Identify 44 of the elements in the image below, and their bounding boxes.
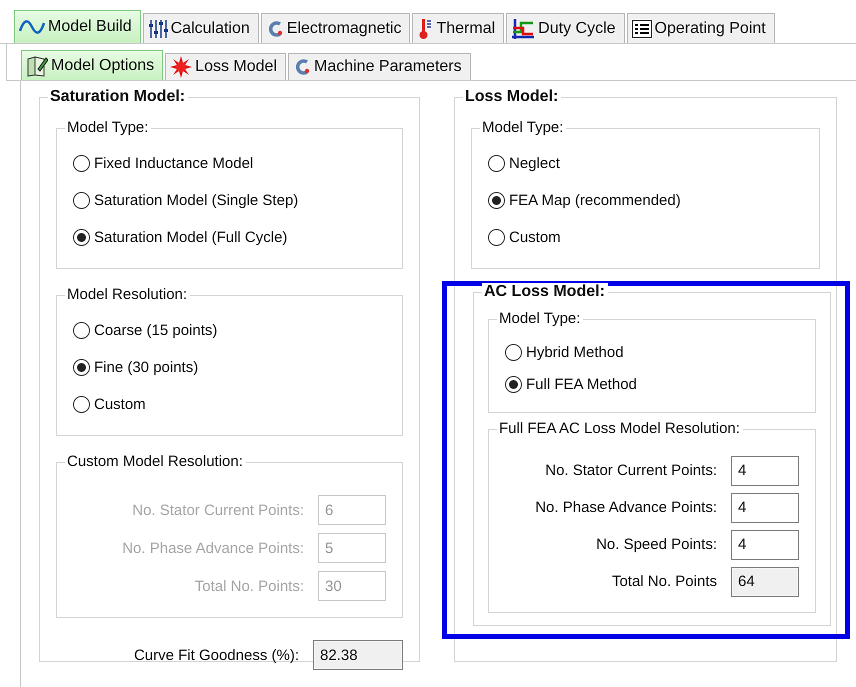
field-label: Total No. Points [612, 573, 717, 590]
tab[interactable]: Model Build [14, 10, 141, 43]
field-label: No. Phase Advance Points: [122, 540, 304, 556]
radio-option[interactable]: Saturation Model (Single Step) [67, 182, 388, 219]
radio-option[interactable]: Full FEA Method [499, 368, 801, 400]
input-field[interactable]: 4 [731, 530, 799, 560]
tab[interactable]: Duty Cycle [506, 13, 625, 43]
group-title: Model Type: [480, 119, 566, 137]
field-label: Curve Fit Goodness (%): [134, 646, 299, 664]
radio-option[interactable]: FEA Map (recommended) [482, 182, 805, 219]
list-icon [632, 20, 652, 38]
thermometer-icon [417, 18, 434, 40]
starburst-icon [170, 56, 192, 78]
radio-option[interactable]: Hybrid Method [499, 336, 801, 368]
tab[interactable]: Loss Model [165, 53, 286, 80]
tab[interactable]: Model Options [21, 50, 164, 80]
radio-option[interactable]: Custom [482, 219, 805, 256]
input-field[interactable]: 4 [731, 492, 799, 522]
sliders-icon [148, 18, 168, 38]
group-title: Model Type: [497, 310, 584, 328]
tab[interactable]: Electromagnetic [260, 13, 410, 43]
field-label: No. Stator Current Points: [545, 462, 717, 479]
input-field[interactable]: 82.38 [313, 640, 403, 670]
field-label: No. Stator Current Points: [132, 502, 304, 518]
radio-option[interactable]: Saturation Model (Full Cycle) [67, 219, 388, 256]
radio-option[interactable]: Custom [67, 386, 388, 423]
input-field[interactable]: 64 [731, 566, 799, 596]
wave-icon [19, 19, 45, 35]
group-title: Model Type: [65, 119, 152, 137]
radio-option[interactable]: Neglect [482, 145, 805, 182]
tab[interactable]: Calculation [142, 13, 259, 43]
radio-option[interactable]: Fixed Inductance Model [67, 145, 388, 182]
field-label: No. Speed Points: [596, 536, 717, 553]
magnet-icon [293, 58, 311, 76]
radio-option[interactable]: Coarse (15 points) [67, 312, 388, 349]
book-pencil-icon [26, 54, 48, 76]
field-label: Total No. Points: [194, 578, 304, 594]
input-field[interactable]: 4 [731, 456, 799, 486]
field-label: No. Phase Advance Points: [535, 499, 717, 516]
tab[interactable]: Thermal [412, 13, 504, 43]
tab[interactable]: Operating Point [626, 13, 775, 43]
radio-option[interactable]: Fine (30 points) [67, 349, 388, 386]
step-chart-icon [511, 18, 536, 40]
tab[interactable]: Machine Parameters [288, 53, 471, 80]
